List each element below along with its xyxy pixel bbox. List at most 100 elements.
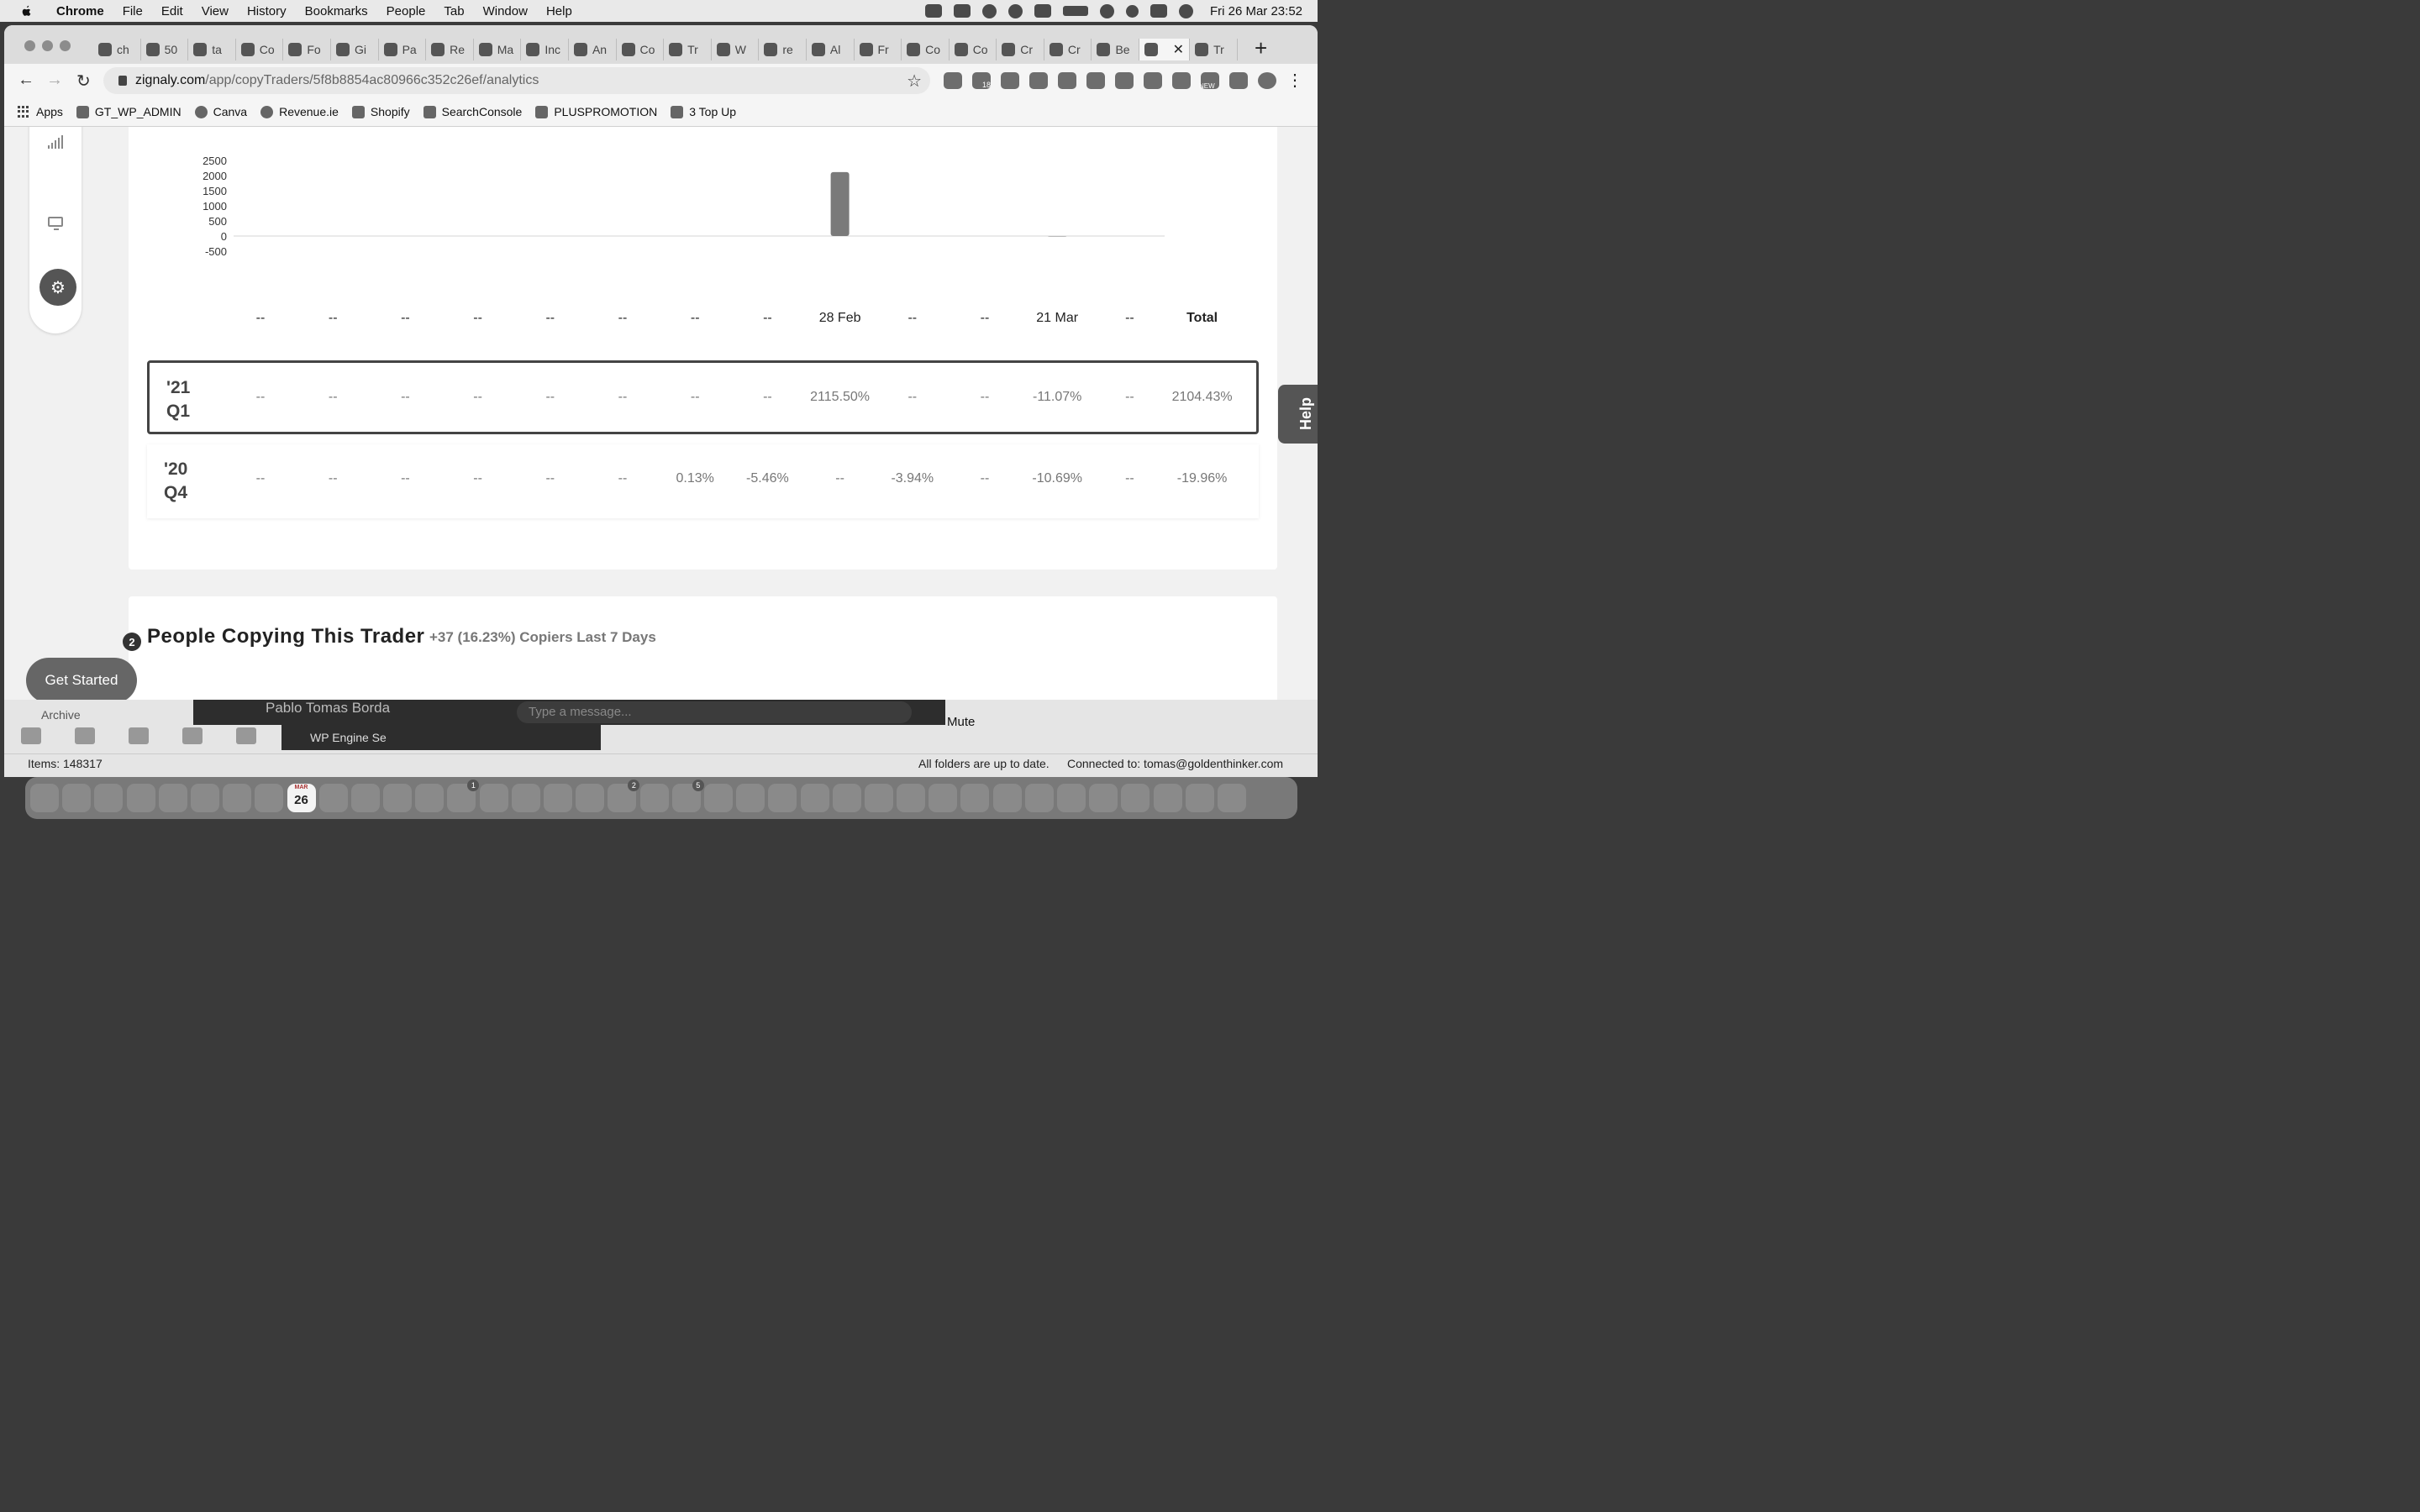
browser-tab[interactable]: 50 — [141, 39, 189, 60]
back-arrow-icon[interactable]: ← — [18, 71, 34, 90]
reminders-icon[interactable] — [383, 784, 413, 812]
quarter-row-selected[interactable]: '21 Q1 -- -- -- -- -- -- -- -- 2115.50% -- -- -11.07… — [147, 360, 1259, 434]
extension-pen-icon[interactable] — [944, 72, 962, 89]
window-zoom-button[interactable] — [60, 40, 71, 51]
podcasts-icon[interactable] — [544, 784, 572, 812]
bookmark-gt-wp-admin[interactable]: GT_WP_ADMIN — [76, 105, 182, 118]
browser-tab[interactable]: ch — [93, 39, 141, 60]
extension-grammarly-icon[interactable] — [1115, 72, 1134, 89]
tasks-icon[interactable] — [182, 727, 203, 744]
spotlight-search-icon[interactable] — [1125, 4, 1139, 18]
tab-active[interactable]: ✕ — [1139, 39, 1191, 60]
extension-new-icon[interactable]: NEW — [1199, 72, 1219, 90]
outlook-icon[interactable]: 5 — [671, 780, 704, 812]
mail-item-wp-engine[interactable]: WP Engine Se — [281, 725, 601, 750]
forklift-app-icon[interactable] — [800, 784, 829, 812]
siri-icon[interactable] — [1178, 3, 1193, 18]
control-center-icon[interactable] — [1150, 4, 1167, 18]
calendar-grid-icon[interactable] — [75, 727, 95, 744]
bookmark-revenue[interactable]: Revenue.ie — [260, 105, 339, 118]
bookmark-pluspromotion[interactable]: PLUSPROMOTION — [535, 105, 657, 118]
browser-tab[interactable]: Cr — [1044, 39, 1092, 60]
sublime-icon[interactable] — [897, 784, 926, 812]
archive-utility-icon[interactable] — [1121, 784, 1150, 812]
document-icon[interactable] — [1185, 784, 1214, 812]
analytics-bars-icon[interactable] — [48, 135, 63, 149]
browser-tab[interactable]: Tr — [1190, 39, 1238, 60]
browser-tab[interactable]: Co — [902, 39, 950, 60]
chrome-menu-icon[interactable]: ⋮ — [1286, 72, 1303, 89]
file-icon[interactable] — [1089, 784, 1118, 812]
app-store-icon[interactable] — [576, 784, 605, 812]
extension-evernote-icon[interactable] — [1144, 72, 1162, 89]
chart-bar[interactable] — [830, 171, 850, 236]
finder-icon[interactable] — [30, 784, 59, 812]
notes-app-icon[interactable] — [415, 784, 445, 812]
chat-message-input[interactable]: Type a message... — [517, 701, 912, 723]
mail-icon[interactable] — [21, 727, 41, 744]
launchpad-icon[interactable] — [62, 784, 92, 812]
browser-tab[interactable]: Be — [1092, 39, 1140, 60]
forward-arrow-icon[interactable]: → — [46, 71, 63, 90]
messages-icon[interactable] — [126, 784, 155, 812]
browser-tab[interactable]: An — [569, 39, 617, 60]
notes-icon[interactable] — [236, 727, 256, 744]
reload-icon[interactable]: ↻ — [76, 71, 91, 92]
extension-lastpass-icon[interactable] — [1001, 72, 1019, 89]
extension-text-icon[interactable] — [1086, 72, 1105, 89]
menu-history[interactable]: History — [238, 4, 296, 18]
address-bar[interactable]: zignaly.com/app/copyTraders/5f8b8854ac80… — [103, 67, 930, 94]
monitor-icon[interactable] — [48, 217, 63, 230]
contacts-app-icon[interactable] — [350, 784, 380, 812]
bookmark-3-top-up[interactable]: 3 Top Up — [671, 105, 736, 118]
excel-icon[interactable] — [1057, 784, 1086, 812]
apple-tv-icon[interactable]: 1 — [447, 780, 480, 812]
preview-icon[interactable] — [190, 784, 219, 812]
browser-tab[interactable]: Ma — [474, 39, 522, 60]
extension-window-icon[interactable] — [1058, 72, 1076, 89]
menu-view[interactable]: View — [192, 4, 238, 18]
trash-icon[interactable] — [1217, 784, 1246, 812]
battery-icon[interactable] — [1062, 6, 1088, 16]
wifi-icon[interactable] — [1099, 3, 1114, 18]
browser-tab[interactable]: Tr — [664, 39, 712, 60]
menu-tab[interactable]: Tab — [434, 4, 473, 18]
system-preferences-icon[interactable]: 2 — [608, 780, 640, 812]
browser-tab[interactable]: Co — [236, 39, 284, 60]
messenger-icon[interactable] — [1024, 784, 1054, 812]
quarter-row[interactable]: '20 Q4 -- -- -- -- -- -- 0.13% -5.46% -- -3.94% -- -… — [147, 444, 1259, 518]
window-close-button[interactable] — [24, 40, 35, 51]
apple-icon[interactable] — [18, 3, 34, 18]
istat-icon[interactable] — [981, 3, 997, 18]
browser-tab[interactable]: re — [759, 39, 807, 60]
telegram-app-icon[interactable] — [864, 784, 893, 812]
bookmark-apps[interactable]: Apps — [18, 105, 63, 118]
mail-archive-folder[interactable]: Archive — [41, 708, 81, 722]
whatsapp-icon[interactable] — [768, 784, 797, 812]
bookmark-search-console[interactable]: SearchConsole — [423, 105, 522, 118]
menu-window[interactable]: Window — [474, 4, 537, 18]
mute-option[interactable]: Mute — [947, 715, 975, 729]
menu-app-name[interactable]: Chrome — [47, 4, 113, 18]
menu-file[interactable]: File — [113, 4, 152, 18]
theme-toggle-sun-icon[interactable]: ⚙ — [39, 269, 76, 306]
browser-tab[interactable]: W — [712, 39, 760, 60]
facetime-icon[interactable] — [255, 784, 284, 812]
help-tab-button[interactable]: Help — [1278, 385, 1318, 444]
terminal-icon[interactable] — [832, 784, 861, 812]
browser-tab[interactable]: Fo — [283, 39, 331, 60]
extension-circle-icon[interactable] — [1172, 72, 1191, 89]
extension-badge-icon[interactable]: 18 — [972, 72, 991, 89]
bookmark-canva[interactable]: Canva — [194, 105, 247, 118]
menu-edit[interactable]: Edit — [152, 4, 192, 18]
browser-tab[interactable]: Fr — [855, 39, 902, 60]
forklift-icon[interactable] — [924, 4, 942, 18]
calendar-icon[interactable]: 26 — [287, 784, 316, 812]
browser-tab[interactable]: Gi — [331, 39, 379, 60]
browser-tab[interactable]: Re — [426, 39, 474, 60]
menu-help[interactable]: Help — [537, 4, 581, 18]
profile-avatar[interactable] — [1258, 72, 1276, 89]
contacts-icon[interactable] — [129, 727, 149, 744]
word-icon[interactable] — [929, 784, 958, 812]
webroot-icon[interactable] — [992, 784, 1022, 812]
